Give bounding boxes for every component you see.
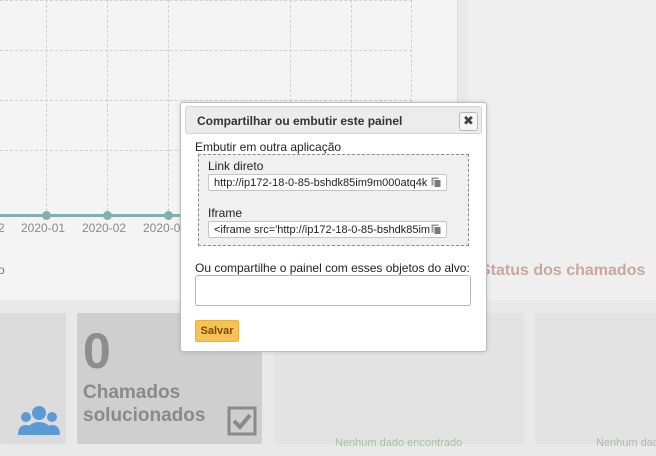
axis-label-fragment: o — [0, 263, 5, 277]
embed-fieldset: Link direto http://ip172-18-0-85-bshdk85… — [198, 154, 469, 246]
share-targets-input[interactable] — [195, 275, 471, 306]
users-card — [0, 313, 66, 444]
checkbox-checked-icon — [227, 406, 257, 441]
x-tick-label: 2020-01 — [21, 221, 66, 235]
iframe-label: Iframe — [208, 206, 243, 220]
chart-point — [164, 211, 173, 220]
grid-line — [107, 0, 108, 216]
solved-tickets-label: Chamados solucionados — [83, 381, 205, 427]
iframe-field[interactable]: <iframe src='http://ip172-18-0-85-bshdk8… — [208, 221, 447, 238]
status-panel — [468, 0, 656, 300]
copy-icon[interactable] — [431, 224, 442, 237]
grid-line — [46, 0, 47, 216]
x-tick-label: 2020-02 — [82, 221, 127, 235]
save-button[interactable]: Salvar — [195, 320, 239, 342]
embed-heading: Embutir em outra aplicação — [195, 140, 342, 154]
status-panel-title: Status dos chamados — [480, 262, 646, 279]
empty-chart-card: Nenhum dad — [535, 313, 656, 449]
share-label: Ou compartilhe o painel com esses objeto… — [195, 261, 470, 275]
chart-point — [42, 211, 51, 220]
direct-link-field[interactable]: http://ip172-18-0-85-bshdk85im9m000atq4k — [208, 174, 447, 191]
no-data-text: Nenhum dado encontrado — [335, 437, 463, 449]
no-data-text: Nenhum dad — [596, 437, 656, 449]
close-icon: ✖ — [463, 113, 474, 128]
dialog-title: Compartilhar ou embutir este painel — [197, 114, 403, 128]
share-dialog: Compartilhar ou embutir este painel ✖ Em… — [180, 102, 487, 352]
close-button[interactable]: ✖ — [459, 112, 478, 131]
direct-link-value: http://ip172-18-0-85-bshdk85im9m000atq4k — [214, 177, 428, 189]
direct-link-label: Link direto — [208, 159, 264, 173]
chart-point — [103, 211, 112, 220]
x-tick-label: 2020-0 — [143, 221, 181, 235]
grid-line — [168, 0, 169, 216]
solved-tickets-label-line1: Chamados — [83, 382, 181, 403]
users-icon — [18, 405, 60, 442]
solved-tickets-count: 0 — [83, 323, 111, 379]
iframe-value: <iframe src='http://ip172-18-0-85-bshdk8… — [214, 224, 431, 236]
dialog-header[interactable]: Compartilhar ou embutir este painel ✖ — [185, 106, 482, 134]
x-tick-label: 2 — [0, 221, 5, 235]
copy-icon[interactable] — [431, 177, 442, 190]
solved-tickets-label-line2: solucionados — [83, 405, 206, 426]
